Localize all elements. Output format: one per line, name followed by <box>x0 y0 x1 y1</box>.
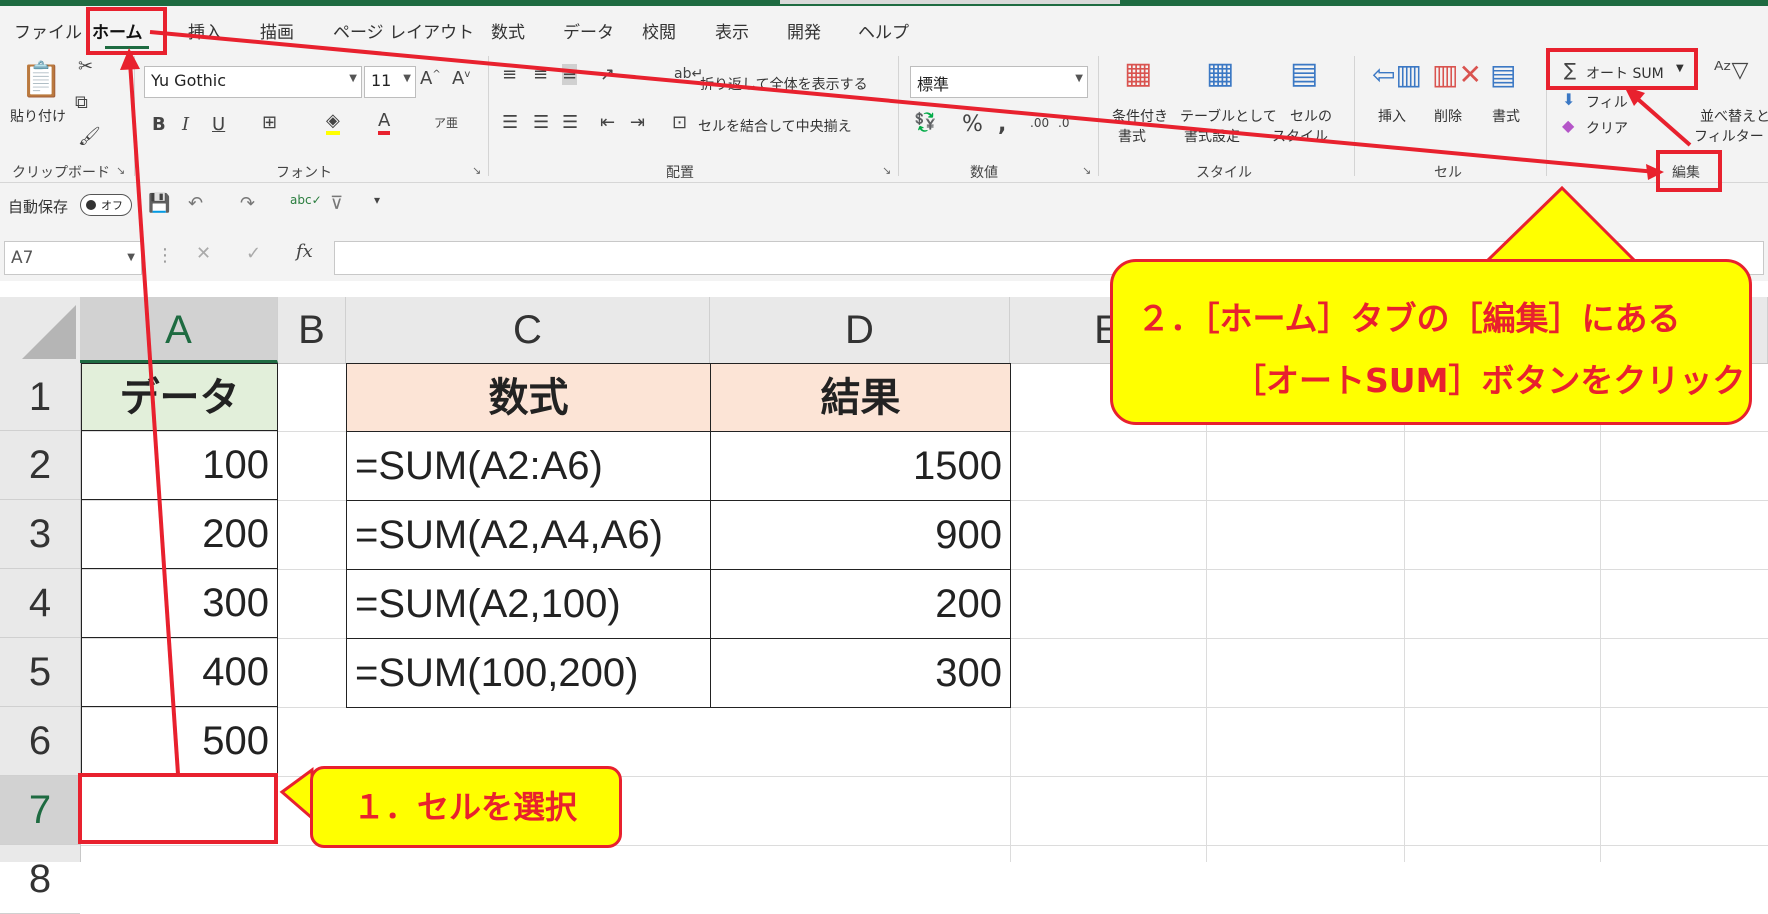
highlight-editing-group <box>1656 150 1722 192</box>
callout-step-1: １．セルを選択 <box>310 766 622 848</box>
callout-step-2: ２．［ホーム］タブの［編集］にある ［オートSUM］ボタンをクリック <box>1110 259 1752 425</box>
arrow-line <box>128 61 180 775</box>
arrow-line <box>1630 92 1692 147</box>
arrow-line <box>149 30 1657 174</box>
highlight-home-tab <box>86 7 167 55</box>
highlight-autosum <box>1546 48 1698 90</box>
callout-step-1-text: １．セルを選択 <box>353 788 578 826</box>
callout-tail <box>1482 185 1640 264</box>
highlight-cell-a7 <box>78 773 278 844</box>
callout-tail <box>279 767 314 822</box>
annotation-overlay <box>120 30 1692 822</box>
callout-step-2-line1: ２．［ホーム］タブの［編集］にある <box>1137 299 1681 338</box>
callout-step-2-line2: ［オートSUM］ボタンをクリック <box>1233 361 1746 400</box>
